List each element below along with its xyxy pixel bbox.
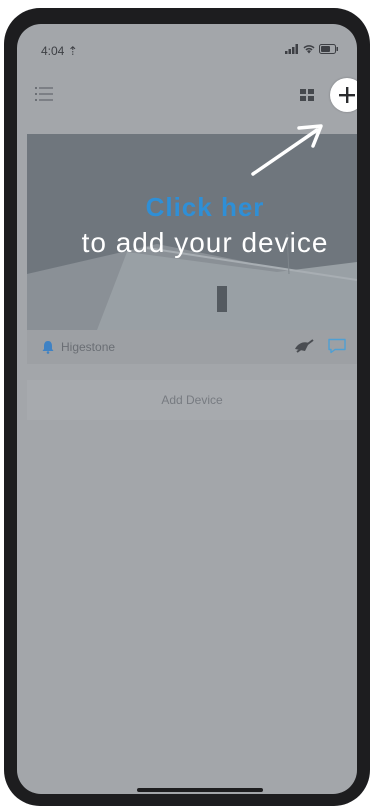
hint-instruction-text: to add your device (81, 227, 329, 258)
status-time: 4:04 ⇡ (41, 44, 78, 58)
app-screen: 4:04 ⇡ Click her to add your device Hige… (17, 24, 357, 794)
wifi-icon (303, 45, 315, 54)
plus-icon (339, 87, 355, 103)
battery-icon (319, 44, 338, 54)
add-device-row[interactable]: Add Device (27, 380, 357, 420)
top-toolbar (17, 72, 357, 116)
bell-icon (42, 341, 54, 354)
status-bar: 4:04 ⇡ (17, 24, 357, 68)
grid-view-icon[interactable] (300, 89, 314, 101)
mute-icon[interactable] (293, 339, 315, 353)
device-name-label: Higestone (61, 340, 116, 354)
device-info-bar: Higestone (27, 330, 357, 364)
signal-icon (285, 44, 298, 54)
phone-frame: 4:04 ⇡ Click her to add your device Hige… (4, 8, 370, 806)
list-menu-icon[interactable] (35, 86, 53, 102)
chat-icon[interactable] (327, 338, 347, 354)
hint-click-text: Click her (145, 192, 265, 222)
status-icons (285, 44, 339, 54)
add-device-label: Add Device (161, 393, 223, 407)
home-indicator[interactable] (137, 788, 263, 792)
add-device-button[interactable] (330, 78, 357, 112)
arrow-pointer-icon (251, 124, 323, 176)
